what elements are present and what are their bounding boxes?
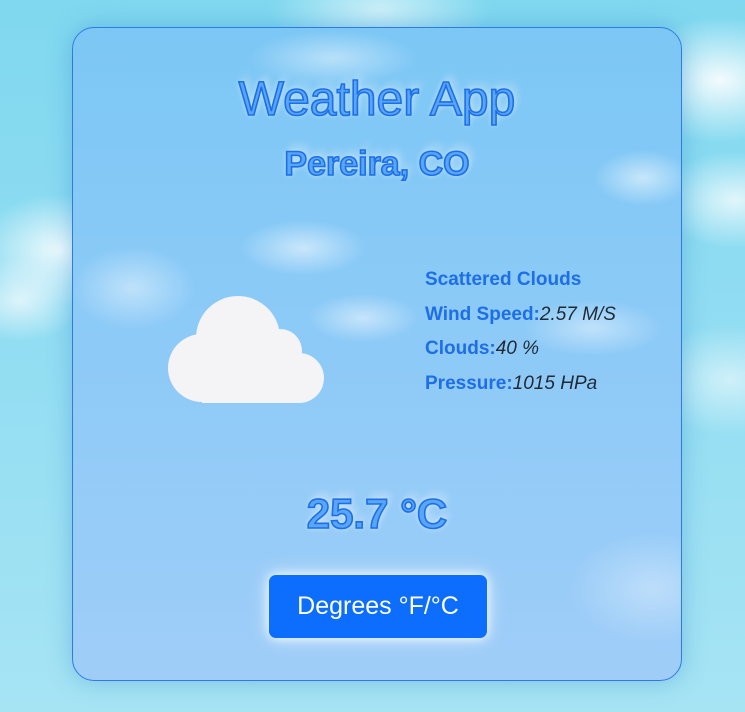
pressure-row: Pressure:1015 HPa	[425, 370, 675, 405]
clouds-value: 40 %	[495, 338, 540, 359]
weather-description-row: Scattered Clouds	[425, 266, 675, 301]
clouds-label: Clouds:	[425, 338, 496, 359]
wind-speed-value: 2.57 M/S	[539, 303, 616, 325]
pressure-value: 1015 HPa	[512, 372, 598, 394]
city-name: Pereira, CO	[284, 144, 471, 184]
weather-card: Weather App Pereira, CO Scattered Clouds…	[72, 27, 682, 681]
pressure-label: Pressure:	[425, 372, 513, 394]
cloud-icon	[168, 296, 324, 403]
weather-description: Scattered Clouds	[425, 269, 582, 290]
app-title: Weather App	[238, 72, 516, 127]
wind-speed-label: Wind Speed:	[425, 303, 540, 325]
toggle-units-button[interactable]: Degrees °F/°C	[269, 575, 487, 638]
clouds-row: Clouds:40 %	[425, 335, 675, 370]
weather-details: Scattered Clouds Wind Speed:2.57 M/S Clo…	[425, 266, 675, 404]
wind-speed-row: Wind Speed:2.57 M/S	[425, 301, 675, 336]
temperature-display: 25.7 °C	[306, 489, 448, 538]
